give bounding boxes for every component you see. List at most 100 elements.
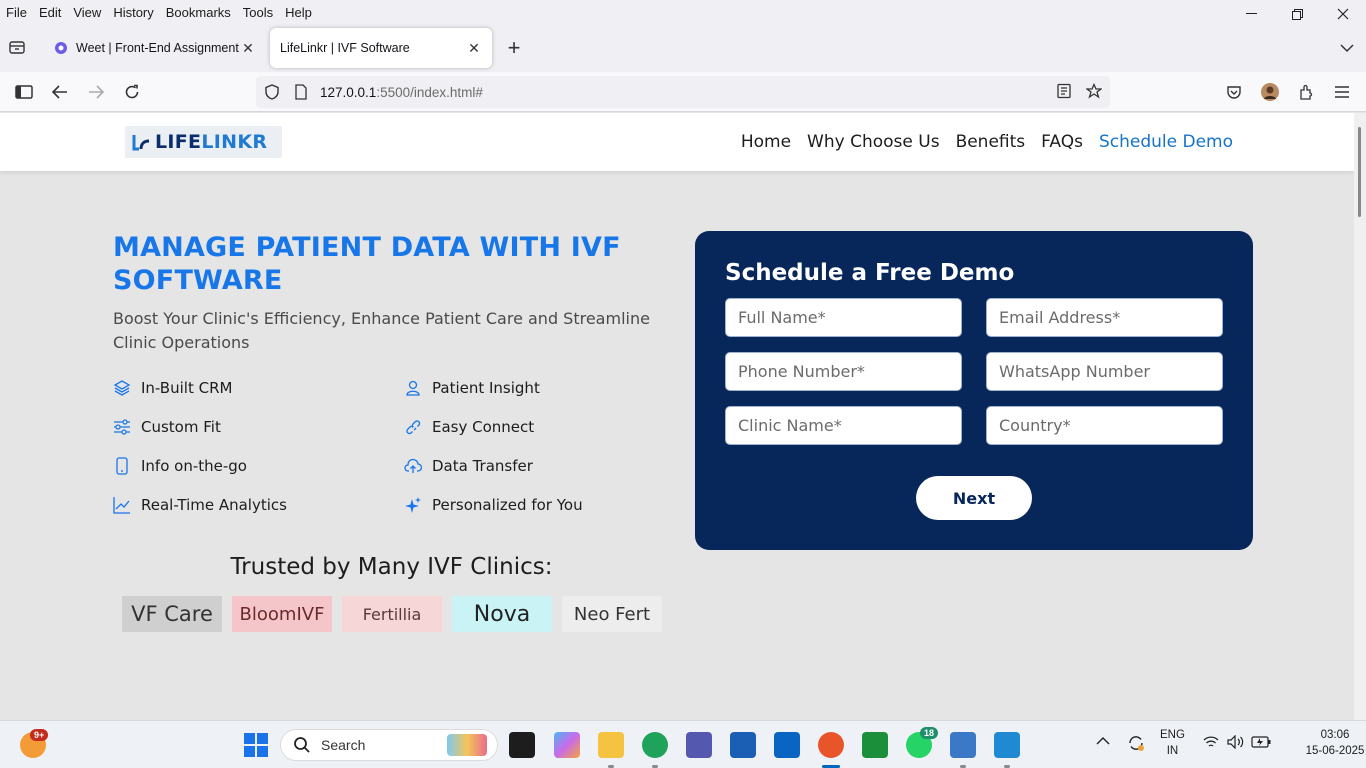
reader-view-icon[interactable] bbox=[1056, 83, 1072, 99]
nav-home[interactable]: Home bbox=[741, 132, 791, 152]
close-tab-icon[interactable]: ✕ bbox=[240, 40, 256, 57]
taskbar: 9+ Search 18 ENG IN 03:06 15-06-2025 bbox=[0, 720, 1366, 768]
teams-icon[interactable] bbox=[686, 732, 712, 758]
clinic-logo-nova: Nova bbox=[452, 596, 552, 632]
menu-bar: File Edit View History Bookmarks Tools H… bbox=[0, 0, 1366, 24]
nav-benefits[interactable]: Benefits bbox=[956, 132, 1026, 152]
demo-form-card: Schedule a Free Demo Next bbox=[695, 231, 1253, 550]
full-name-field[interactable] bbox=[725, 298, 962, 337]
feature-label: Info on-the-go bbox=[141, 457, 247, 475]
feature-label: Personalized for You bbox=[432, 496, 583, 514]
extensions-icon[interactable] bbox=[1296, 82, 1316, 102]
firefox-icon[interactable] bbox=[818, 732, 844, 758]
nav-why-choose-us[interactable]: Why Choose Us bbox=[807, 132, 940, 152]
layers-icon bbox=[113, 379, 131, 397]
page-scrollbar[interactable] bbox=[1354, 113, 1366, 720]
feature-custom-fit: Custom Fit bbox=[113, 418, 221, 436]
sidebar-icon[interactable] bbox=[14, 82, 34, 102]
battery-icon[interactable] bbox=[1251, 736, 1271, 753]
volume-icon[interactable] bbox=[1227, 734, 1245, 754]
file-explorer-icon[interactable] bbox=[598, 732, 624, 758]
scrollbar-thumb[interactable] bbox=[1358, 127, 1361, 217]
weet-favicon-icon bbox=[54, 41, 68, 55]
sparkle-icon bbox=[404, 496, 422, 514]
tab-list-icon[interactable] bbox=[8, 38, 30, 60]
link-icon bbox=[404, 418, 422, 436]
close-tab-icon[interactable]: ✕ bbox=[466, 40, 482, 57]
menu-help[interactable]: Help bbox=[279, 5, 318, 20]
chevron-down-icon[interactable] bbox=[1340, 40, 1354, 56]
site-header: LIFELINKR Home Why Choose Us Benefits FA… bbox=[0, 113, 1354, 171]
clinic-logo-bloomivf: BloomIVF bbox=[232, 596, 332, 632]
nav-schedule-demo[interactable]: Schedule Demo bbox=[1099, 132, 1233, 152]
nav-faqs[interactable]: FAQs bbox=[1041, 132, 1083, 152]
chevron-up-icon[interactable] bbox=[1096, 735, 1110, 751]
bookmark-star-icon[interactable] bbox=[1086, 83, 1102, 99]
menu-bookmarks[interactable]: Bookmarks bbox=[160, 5, 237, 20]
trusted-heading: Trusted by Many IVF Clinics: bbox=[230, 554, 553, 580]
phone-field[interactable] bbox=[725, 352, 962, 391]
copilot-icon[interactable] bbox=[554, 732, 580, 758]
hero-subtitle: Boost Your Clinic's Efficiency, Enhance … bbox=[113, 309, 650, 352]
menu-view[interactable]: View bbox=[67, 5, 107, 20]
language-indicator[interactable]: ENG IN bbox=[1160, 727, 1185, 759]
region-code: IN bbox=[1166, 745, 1179, 757]
pocket-icon[interactable] bbox=[1224, 82, 1244, 102]
feature-label: Custom Fit bbox=[141, 418, 221, 436]
hero-title: MANAGE PATIENT DATA WITH IVF SOFTWARE bbox=[113, 232, 621, 296]
sliders-icon bbox=[113, 418, 131, 436]
store-icon[interactable] bbox=[730, 732, 756, 758]
start-windows-icon[interactable] bbox=[243, 732, 269, 758]
spreadsheet-app-icon[interactable] bbox=[862, 732, 888, 758]
menu-edit[interactable]: Edit bbox=[33, 5, 67, 20]
photos-icon[interactable] bbox=[950, 732, 976, 758]
taskbar-search[interactable]: Search bbox=[280, 729, 498, 761]
tab-lifelinkr[interactable]: LifeLinkr | IVF Software ✕ bbox=[270, 28, 492, 68]
vscode-icon[interactable] bbox=[994, 732, 1020, 758]
menu-history[interactable]: History bbox=[107, 5, 159, 20]
logo-wordmark: LIFELINKR bbox=[155, 131, 267, 153]
user-icon bbox=[404, 379, 422, 397]
account-avatar[interactable] bbox=[1260, 82, 1280, 102]
shield-icon[interactable] bbox=[264, 84, 280, 100]
site-nav: Home Why Choose Us Benefits FAQs Schedul… bbox=[741, 132, 1233, 152]
edge-icon[interactable] bbox=[642, 732, 668, 758]
feature-personalized-for-you: Personalized for You bbox=[404, 496, 583, 514]
clock-time: 03:06 bbox=[1320, 729, 1350, 741]
address-bar[interactable]: 127.0.0.1:5500/index.html# bbox=[256, 76, 1110, 108]
url-text: 127.0.0.1:5500/index.html# bbox=[320, 85, 483, 100]
menu-tools[interactable]: Tools bbox=[237, 5, 279, 20]
new-tab-button[interactable]: + bbox=[503, 37, 525, 60]
page-viewport: LIFELINKR Home Why Choose Us Benefits FA… bbox=[0, 113, 1366, 720]
country-field[interactable] bbox=[986, 406, 1223, 445]
sync-icon[interactable] bbox=[1126, 733, 1146, 758]
hamburger-menu-icon[interactable] bbox=[1332, 82, 1352, 102]
mobile-icon bbox=[113, 457, 131, 475]
clock-date: 15-06-2025 bbox=[1305, 745, 1365, 757]
outlook-icon[interactable] bbox=[774, 732, 800, 758]
navigation-toolbar: 127.0.0.1:5500/index.html# bbox=[0, 72, 1366, 112]
email-field[interactable] bbox=[986, 298, 1223, 337]
whatsapp-field[interactable] bbox=[986, 352, 1223, 391]
next-button[interactable]: Next bbox=[916, 476, 1032, 520]
feature-real-time-analytics: Real-Time Analytics bbox=[113, 496, 287, 514]
system-clock[interactable]: 03:06 15-06-2025 bbox=[1305, 727, 1365, 759]
chart-line-icon bbox=[113, 496, 131, 514]
logo-part-b: LINKR bbox=[201, 131, 268, 153]
menu-file[interactable]: File bbox=[0, 5, 33, 20]
reload-icon[interactable] bbox=[122, 82, 142, 102]
logo-part-a: LIFE bbox=[155, 131, 202, 153]
forward-icon[interactable] bbox=[86, 82, 106, 102]
task-view-icon[interactable] bbox=[509, 732, 535, 758]
wifi-icon[interactable] bbox=[1203, 735, 1219, 754]
tab-bar: Weet | Front-End Assignment - ✕ LifeLink… bbox=[0, 24, 1366, 72]
back-icon[interactable] bbox=[50, 82, 70, 102]
clinic-name-field[interactable] bbox=[725, 406, 962, 445]
clinic-logo-vf-care: VF Care bbox=[122, 596, 222, 632]
widgets-badge: 9+ bbox=[30, 729, 49, 741]
search-icon bbox=[294, 737, 310, 753]
url-path: :5500/index.html# bbox=[376, 84, 483, 100]
tab-weet[interactable]: Weet | Front-End Assignment - ✕ bbox=[44, 28, 266, 68]
feature-label: In-Built CRM bbox=[141, 379, 233, 397]
site-logo[interactable]: LIFELINKR bbox=[125, 126, 282, 158]
